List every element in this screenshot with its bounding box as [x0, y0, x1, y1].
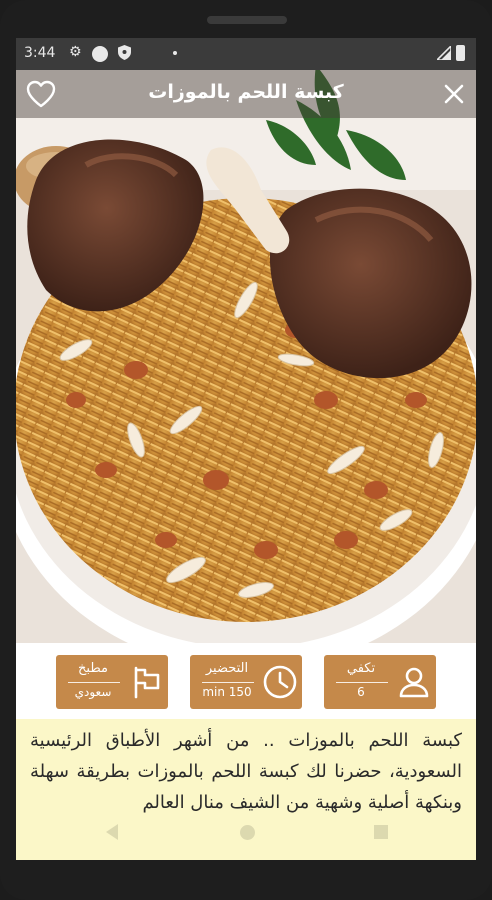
app-toolbar: كبسة اللحم بالموزات	[16, 70, 476, 118]
recipe-info-row: مطبخ سعودي التحضير 150 min تكفي 6	[16, 643, 476, 719]
servings-value: 6	[357, 685, 365, 699]
prep-time-label: التحضير	[205, 661, 249, 676]
clock-icon	[263, 665, 297, 699]
cuisine-value: سعودي	[74, 685, 112, 699]
flag-icon	[134, 666, 160, 699]
status-bar: 3:44 ⚙	[16, 38, 476, 70]
speaker-grille	[207, 16, 287, 24]
status-time: 3:44	[24, 45, 56, 61]
cuisine-divider	[68, 682, 120, 683]
recipe-title: كبسة اللحم بالموزات	[148, 81, 344, 103]
servings-label: تكفي	[346, 661, 376, 676]
settings-status-icon: ⚙	[69, 44, 82, 60]
close-icon[interactable]	[440, 80, 468, 108]
phone-frame: 3:44 ⚙ كبسة اللحم بالموزات مطبخ سعودي ال…	[0, 0, 492, 900]
app-screen: 3:44 ⚙ كبسة اللحم بالموزات مطبخ سعودي ال…	[16, 38, 476, 860]
recipe-description: كبسة اللحم بالموزات .. من أشهر الأطباق ا…	[16, 719, 476, 860]
cuisine-card[interactable]: مطبخ سعودي	[56, 655, 168, 709]
prep-time-value: 150 min	[202, 685, 252, 699]
servings-divider	[336, 682, 388, 683]
battery-status-icon	[456, 45, 465, 61]
kabsa-illustration	[16, 70, 476, 643]
signal-status-icon	[437, 46, 451, 60]
person-icon	[399, 667, 429, 698]
servings-card[interactable]: تكفي 6	[324, 655, 436, 709]
shield-status-icon	[118, 45, 131, 60]
recipe-hero-image	[16, 70, 476, 643]
dot-status-icon	[173, 51, 177, 55]
notification-status-icon	[92, 46, 108, 62]
cuisine-label: مطبخ	[78, 661, 108, 676]
prep-time-card[interactable]: التحضير 150 min	[190, 655, 302, 709]
favorite-heart-icon[interactable]	[26, 80, 56, 108]
prep-time-divider	[202, 682, 254, 683]
